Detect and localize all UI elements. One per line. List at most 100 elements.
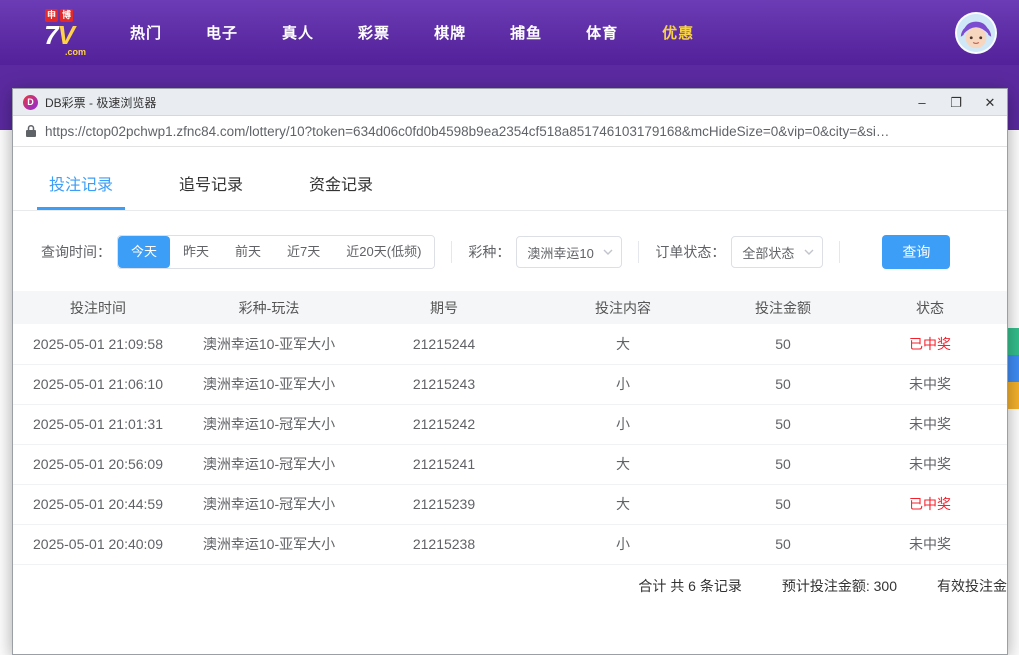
tab-fund-records[interactable]: 资金记录: [297, 157, 385, 210]
cell-status: 未中奖: [853, 404, 1007, 445]
maximize-button[interactable]: ❐: [939, 89, 973, 116]
summary-valid-amount: 有效投注金: [937, 577, 1007, 594]
time-filter-option[interactable]: 近7天: [274, 236, 334, 268]
time-filter-option[interactable]: 前天: [222, 236, 275, 268]
bet-table-body: 2025-05-01 21:09:58 澳洲幸运10-亚军大小 21215244 大 5…: [13, 324, 1007, 565]
cell-game: 澳洲幸运10-亚军大小: [183, 524, 355, 565]
status-filter-label: 订单状态：: [655, 244, 726, 260]
filter-divider: [451, 241, 453, 263]
lottery-app-content: 投注记录 追号记录 资金记录 查询时间： 今天 昨天 前天 近7天 近20天(低频) 彩…: [13, 147, 1007, 654]
user-avatar[interactable]: [955, 11, 997, 54]
cell-issue: 21215243: [355, 364, 533, 405]
column-header: 投注金额: [713, 291, 853, 324]
order-status-select[interactable]: 全部状态: [731, 236, 824, 268]
app-icon: D: [23, 94, 38, 110]
browser-window: D DB彩票 - 极速浏览器 – ❐ ✕ https://ctop02pchwp…: [12, 88, 1008, 655]
order-status-value: 全部状态: [742, 245, 795, 261]
table-row: 2025-05-01 20:40:09 澳洲幸运10-亚军大小 21215238 小 5…: [13, 524, 1007, 565]
bet-records-table: 投注时间 彩种-玩法 期号 投注内容 投注金额 状态 2025-05-01 21:09:5…: [13, 291, 1007, 565]
column-header: 投注内容: [533, 291, 713, 324]
cell-game: 澳洲幸运10-冠军大小: [183, 444, 355, 485]
screen: 申 博 7V .com 热门 电子 真人 彩票 棋牌 捕鱼 体育 优惠 D DB…: [0, 0, 1019, 655]
cell-content: 大: [533, 484, 713, 525]
cell-status: 已中奖: [853, 484, 1007, 525]
floating-side-widget: [1008, 328, 1019, 409]
cell-issue: 21215242: [355, 404, 533, 445]
minimize-button[interactable]: –: [905, 89, 939, 116]
window-controls: – ❐ ✕: [905, 89, 1007, 116]
side-widget-orange: [1008, 382, 1019, 409]
nav-item-fishing[interactable]: 捕鱼: [488, 0, 564, 65]
side-widget-green: [1008, 328, 1019, 355]
table-row: 2025-05-01 20:56:09 澳洲幸运10-冠军大小 21215241 大 5…: [13, 444, 1007, 485]
nav-item-board-games[interactable]: 棋牌: [412, 0, 488, 65]
close-button[interactable]: ✕: [973, 89, 1007, 116]
table-row: 2025-05-01 20:44:59 澳洲幸运10-冠军大小 21215239 大 5…: [13, 484, 1007, 525]
table-row: 2025-05-01 21:06:10 澳洲幸运10-亚军大小 21215243 小 5…: [13, 364, 1007, 405]
time-filter-option[interactable]: 今天: [118, 236, 171, 268]
record-tabs: 投注记录 追号记录 资金记录: [13, 157, 1007, 211]
cell-game: 澳洲幸运10-冠军大小: [183, 484, 355, 525]
summary-bar: 合计 共 6 条记录 预计投注金额: 300 有效投注金: [13, 565, 1007, 607]
cell-status: 未中奖: [853, 364, 1007, 405]
nav-item-hot[interactable]: 热门: [108, 0, 184, 65]
nav-item-live[interactable]: 真人: [260, 0, 336, 65]
cell-issue: 21215241: [355, 444, 533, 485]
column-header: 期号: [355, 291, 533, 324]
url-bar[interactable]: https://ctop02pchwp1.zfnc84.com/lottery/…: [13, 116, 1007, 147]
cell-status: 未中奖: [853, 524, 1007, 565]
time-filter-option[interactable]: 近20天(低频): [333, 236, 435, 268]
nav-item-promotions[interactable]: 优惠: [640, 0, 716, 65]
cell-time: 2025-05-01 20:40:09: [13, 524, 183, 565]
table-row: 2025-05-01 21:09:58 澳洲幸运10-亚军大小 21215244 大 5…: [13, 324, 1007, 365]
cell-content: 大: [533, 444, 713, 485]
cell-content: 小: [533, 404, 713, 445]
nav-item-slots[interactable]: 电子: [184, 0, 260, 65]
lottery-filter-label: 彩种：: [468, 244, 511, 260]
filter-divider: [839, 241, 841, 263]
url-text[interactable]: https://ctop02pchwp1.zfnc84.com/lottery/…: [45, 124, 889, 139]
site-logo[interactable]: 申 博 7V .com: [28, 9, 90, 57]
lottery-select[interactable]: 澳洲幸运10: [516, 236, 623, 268]
cell-issue: 21215238: [355, 524, 533, 565]
cell-game: 澳洲幸运10-冠军大小: [183, 404, 355, 445]
cell-content: 大: [533, 324, 713, 365]
query-button[interactable]: 查询: [882, 235, 951, 269]
logo-com-text: .com: [64, 47, 86, 57]
window-title: DB彩票 - 极速浏览器: [45, 95, 157, 110]
cell-game: 澳洲幸运10-亚军大小: [183, 364, 355, 405]
nav-item-lottery[interactable]: 彩票: [336, 0, 412, 65]
table-row: 2025-05-01 21:01:31 澳洲幸运10-冠军大小 21215242 小 5…: [13, 404, 1007, 445]
avatar-image: [957, 13, 995, 52]
cell-game: 澳洲幸运10-亚军大小: [183, 324, 355, 365]
cell-amount: 50: [713, 444, 853, 485]
cell-amount: 50: [713, 484, 853, 525]
logo-main-text: 7V: [44, 20, 75, 50]
cell-status: 已中奖: [853, 324, 1007, 365]
column-header: 状态: [853, 291, 1007, 324]
time-filter-option[interactable]: 昨天: [170, 236, 223, 268]
cell-amount: 50: [713, 364, 853, 405]
table-header-row: 投注时间 彩种-玩法 期号 投注内容 投注金额 状态: [13, 291, 1007, 324]
summary-expected-amount: 预计投注金额: 300: [781, 577, 897, 594]
cell-issue: 21215239: [355, 484, 533, 525]
summary-total: 合计 共 6 条记录: [638, 577, 742, 594]
filter-divider: [638, 241, 640, 263]
cell-amount: 50: [713, 404, 853, 445]
tab-chase-records[interactable]: 追号记录: [167, 157, 255, 210]
filter-bar: 查询时间： 今天 昨天 前天 近7天 近20天(低频) 彩种： 澳洲幸运10 订单状态：…: [13, 235, 1007, 269]
column-header: 彩种-玩法: [183, 291, 355, 324]
nav-item-sports[interactable]: 体育: [564, 0, 640, 65]
cell-time: 2025-05-01 20:44:59: [13, 484, 183, 525]
side-widget-blue: [1008, 355, 1019, 382]
lock-icon: [26, 124, 36, 137]
main-nav: 热门 电子 真人 彩票 棋牌 捕鱼 体育 优惠: [108, 0, 716, 65]
cell-content: 小: [533, 524, 713, 565]
cell-time: 2025-05-01 21:09:58: [13, 324, 183, 365]
window-titlebar[interactable]: D DB彩票 - 极速浏览器 – ❐ ✕: [13, 89, 1007, 116]
chevron-down-icon: [603, 249, 613, 255]
time-filter-group: 今天 昨天 前天 近7天 近20天(低频): [117, 235, 436, 269]
cell-status: 未中奖: [853, 444, 1007, 485]
tab-bet-records[interactable]: 投注记录: [37, 157, 126, 210]
cell-time: 2025-05-01 21:01:31: [13, 404, 183, 445]
